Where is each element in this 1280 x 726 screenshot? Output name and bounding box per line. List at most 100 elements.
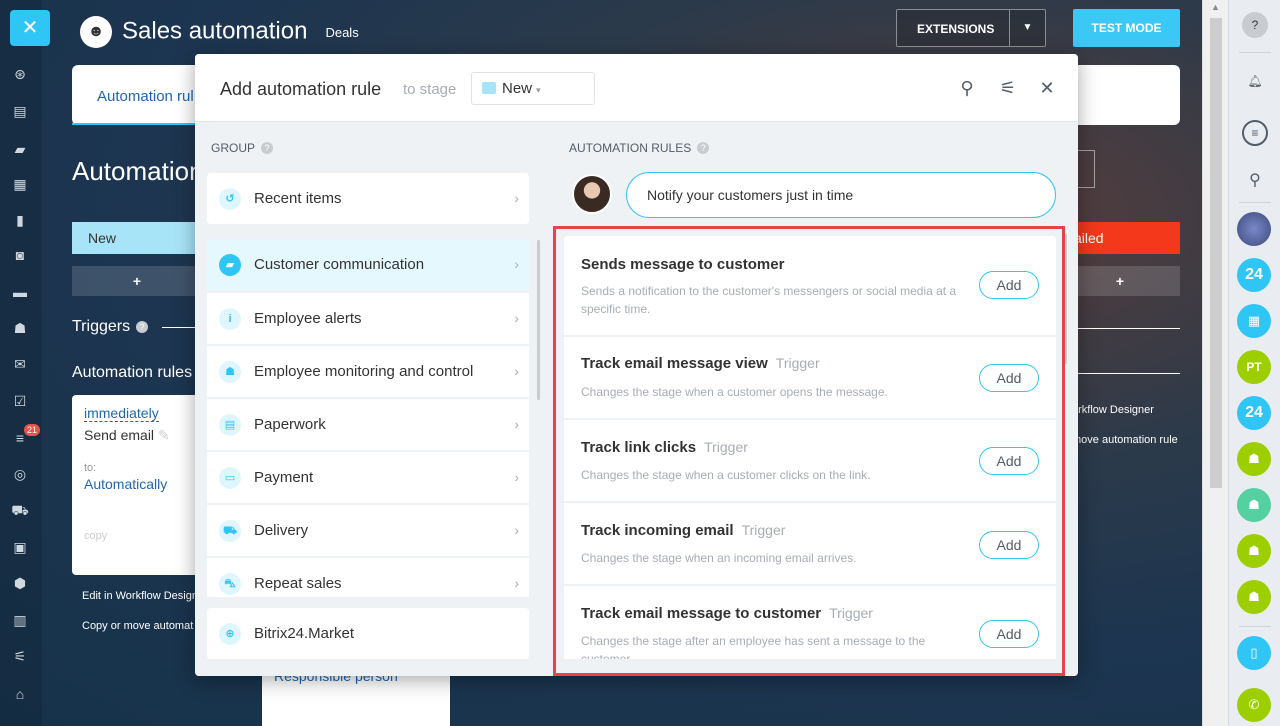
left-sidebar: ✕ ⊛ ▤ ▰ ▦ ▮ ◙ ▬ ☗ ✉ ☑ ≡ 21 ◎ ⛟ ▣ ⬢ ▥ ⚟ ⌂ bbox=[0, 0, 50, 726]
scroll-up-icon[interactable]: ▲ bbox=[1211, 2, 1220, 12]
scroll-thumb[interactable] bbox=[1210, 18, 1222, 488]
help-icon[interactable]: ? bbox=[261, 142, 274, 154]
pencil-icon[interactable]: ✎ bbox=[158, 427, 170, 443]
chevron-right-icon: › bbox=[514, 310, 519, 326]
crm-badge: 21 bbox=[24, 424, 41, 436]
help-icon[interactable]: ? bbox=[1242, 12, 1268, 38]
to-stage-label: to stage bbox=[403, 81, 457, 98]
extensions-button[interactable]: EXTENSIONS ▼ bbox=[896, 9, 1046, 47]
chevron-right-icon: › bbox=[514, 522, 519, 538]
group-scrollbar[interactable] bbox=[537, 240, 540, 400]
phone-icon[interactable]: ✆ bbox=[1237, 688, 1271, 722]
group-item-repeat-sales[interactable]: ⛍ Repeat sales › bbox=[207, 558, 529, 598]
chevron-right-icon: › bbox=[514, 363, 519, 379]
group-item-employee-monitoring[interactable]: ☗ Employee monitoring and control › bbox=[207, 346, 529, 398]
group-item-employee-alerts[interactable]: i Employee alerts › bbox=[207, 293, 529, 345]
search-icon[interactable]: ⚲ bbox=[1242, 168, 1268, 194]
add-trigger-button[interactable]: + bbox=[72, 266, 202, 296]
move-rule-link-right[interactable]: move automation rule bbox=[1072, 434, 1178, 446]
chevron-right-icon: › bbox=[514, 469, 519, 485]
group-item-recent[interactable]: ↺ Recent items › bbox=[207, 173, 529, 225]
contact-center-icon[interactable]: ▣ bbox=[11, 539, 29, 555]
test-mode-button[interactable]: TEST MODE bbox=[1073, 9, 1180, 47]
shop-icon[interactable]: ⛟ bbox=[11, 502, 29, 518]
triggers-label: Triggers? bbox=[72, 318, 149, 336]
docs-icon[interactable]: ▮ bbox=[11, 212, 29, 228]
rule-copy-link[interactable]: copy bbox=[84, 530, 190, 542]
box-icon[interactable]: ⬢ bbox=[11, 575, 29, 591]
chevron-right-icon: › bbox=[514, 256, 519, 272]
groups-icon[interactable]: ☗ bbox=[11, 320, 29, 336]
group-item-paperwork[interactable]: ▤ Paperwork › bbox=[207, 399, 529, 451]
edit-in-designer-link[interactable]: Edit in Workflow Designe bbox=[82, 590, 204, 602]
right-sidebar: ? 🔔︎ ≡ ⚲ 24 ▦ PT 24 ☗ ☗ ☗ ☗ ▯ ✆ bbox=[1228, 0, 1280, 726]
group-label: GROUP? bbox=[211, 141, 274, 155]
group-item-payment[interactable]: ▭ Payment › bbox=[207, 452, 529, 504]
chevron-right-icon: › bbox=[514, 416, 519, 432]
rule-to-value[interactable]: Automatically bbox=[84, 476, 190, 492]
page-title: ☻ Sales automation Deals bbox=[80, 16, 359, 48]
users-icon: ☗ bbox=[219, 361, 241, 383]
divider bbox=[1060, 328, 1180, 329]
responsible-person-link[interactable]: Responsible person bbox=[262, 668, 450, 726]
tab-underline bbox=[72, 123, 198, 125]
target-icon[interactable]: ◎ bbox=[11, 466, 29, 482]
automation-rules-label: Automation rules bbox=[72, 364, 193, 381]
dialog-title: Add automation rule bbox=[220, 79, 382, 99]
close-icon[interactable]: ✕ bbox=[1035, 76, 1059, 100]
calendar-chat-icon[interactable]: ▦ bbox=[1237, 304, 1271, 338]
tab-automation-rules[interactable]: Automation rul bbox=[97, 88, 194, 105]
add-automation-rule-dialog: Add automation rule to stage New ▾ ⚲ ⚟ ✕ … bbox=[195, 54, 1078, 676]
cart-icon: ⛍ bbox=[219, 573, 241, 595]
search-icon[interactable]: ⚲ bbox=[955, 76, 979, 100]
bell-icon[interactable]: 🔔︎ bbox=[1242, 68, 1268, 94]
calendar-icon[interactable]: ▦ bbox=[11, 176, 29, 192]
apps-icon[interactable]: ▥ bbox=[11, 612, 29, 628]
bitrix24-avatar-2[interactable]: 24 bbox=[1237, 396, 1271, 430]
group-item-customer-communication[interactable]: ▰ Customer communication › bbox=[207, 239, 529, 291]
rule-delay-link[interactable]: immediately bbox=[84, 405, 159, 422]
market-icon: ⊕ bbox=[219, 623, 241, 645]
truck-icon: ⛟ bbox=[219, 520, 241, 542]
group-chat-icon[interactable]: ☗ bbox=[1237, 580, 1271, 614]
help-icon[interactable]: ? bbox=[697, 142, 710, 154]
rule-action: Send email ✎ bbox=[84, 427, 170, 443]
rules-panel: AUTOMATION RULES? Notify your customers … bbox=[550, 122, 1078, 676]
activity-icon[interactable]: ⊛ bbox=[11, 66, 29, 82]
mail-icon[interactable]: ✉ bbox=[11, 356, 29, 372]
help-icon[interactable]: ? bbox=[136, 321, 149, 333]
filter-settings-icon[interactable]: ⚟ bbox=[996, 76, 1020, 100]
page-scrollbar[interactable]: ▲ bbox=[1202, 0, 1228, 726]
chevron-down-icon[interactable]: ▼ bbox=[1009, 10, 1045, 46]
group-item-market[interactable]: ⊕ Bitrix24.Market bbox=[207, 608, 529, 660]
group-panel: GROUP? ↺ Recent items › ▰ Customer commu… bbox=[195, 122, 550, 676]
feed-icon[interactable]: ▤ bbox=[11, 103, 29, 119]
divider bbox=[1239, 626, 1271, 627]
tasks-icon[interactable]: ☑ bbox=[11, 393, 29, 409]
group-chat-icon[interactable]: ☗ bbox=[1237, 442, 1271, 476]
chat-icon[interactable]: ▰ bbox=[11, 141, 29, 157]
copy-move-link[interactable]: Copy or move automat bbox=[82, 620, 193, 632]
settings-icon[interactable]: ⚟ bbox=[11, 648, 29, 664]
add-trigger-button-right[interactable]: + bbox=[1060, 266, 1180, 296]
info-icon: i bbox=[219, 308, 241, 330]
bitrix24-avatar[interactable]: 24 bbox=[1237, 258, 1271, 292]
robot-icon[interactable]: ◙ bbox=[11, 247, 29, 263]
document-icon: ▤ bbox=[219, 414, 241, 436]
messages-icon[interactable]: ≡ bbox=[1242, 120, 1268, 146]
page-subtitle: Deals bbox=[325, 24, 359, 40]
group-item-delivery[interactable]: ⛟ Delivery › bbox=[207, 505, 529, 557]
drive-icon[interactable]: ▬ bbox=[11, 284, 29, 300]
group-chat-icon[interactable]: ☗ bbox=[1237, 488, 1271, 522]
close-slider-button[interactable]: ✕ bbox=[10, 10, 50, 46]
dialog-header: Add automation rule to stage New ▾ ⚲ ⚟ ✕ bbox=[195, 54, 1078, 122]
open-lines-icon[interactable]: ▯ bbox=[1237, 636, 1271, 670]
stage-select[interactable]: New ▾ bbox=[471, 72, 595, 105]
history-icon: ↺ bbox=[219, 188, 241, 210]
user-avatar[interactable] bbox=[1237, 212, 1271, 246]
pt-avatar[interactable]: PT bbox=[1237, 350, 1271, 384]
rule-card[interactable]: immediately Send email ✎ to: Automatical… bbox=[72, 395, 202, 575]
workflow-designer-link-right[interactable]: orkflow Designer bbox=[1072, 404, 1154, 416]
group-chat-icon[interactable]: ☗ bbox=[1237, 534, 1271, 568]
company-icon[interactable]: ⌂ bbox=[11, 686, 29, 702]
